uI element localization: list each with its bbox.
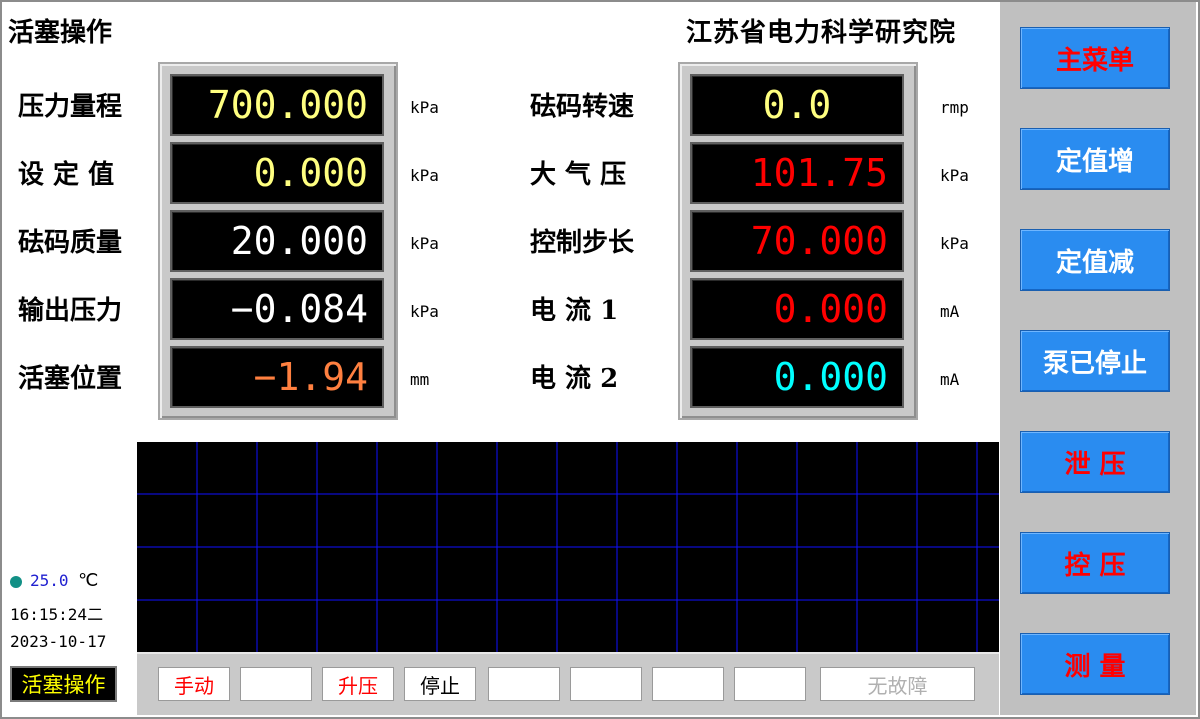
status-segment-8: 无故障 [820, 667, 975, 701]
measure-button[interactable]: 测 量 [1020, 633, 1170, 695]
right-unit-2: kPa [940, 234, 969, 253]
right-label-0: 砝码转速 [530, 92, 635, 122]
left-unit-4: mm [410, 370, 430, 389]
time-readout: 16:15:24二 [10, 605, 104, 624]
pressure-graph [137, 442, 999, 652]
left-label-3: 输出压力 [18, 296, 123, 326]
setpoint-increase-button[interactable]: 定值增 [1020, 128, 1170, 190]
status-segment-0: 手动 [158, 667, 230, 701]
left-label-0: 压力量程 [18, 92, 123, 122]
setpoint-decrease-button[interactable]: 定值减 [1020, 229, 1170, 291]
status-indicator-icon [10, 575, 22, 588]
temperature-unit: ℃ [78, 570, 99, 591]
right-value-display-3: 0.000 [690, 278, 904, 340]
status-segment-7 [734, 667, 806, 701]
right-label-1: 大 气 压 [530, 160, 627, 190]
status-segment-3: 停止 [404, 667, 476, 701]
left-unit-2: kPa [410, 234, 439, 253]
status-segment-1 [240, 667, 312, 701]
right-label-4: 电 流 2 [530, 364, 619, 394]
left-unit-0: kPa [410, 98, 439, 117]
mode-indicator[interactable]: 活塞操作 [10, 666, 117, 702]
left-unit-1: kPa [410, 166, 439, 185]
status-segment-4 [488, 667, 560, 701]
left-value-display-0: 700.000 [170, 74, 384, 136]
left-label-2: 砝码质量 [18, 228, 123, 258]
release-pressure-button[interactable]: 泄 压 [1020, 431, 1170, 493]
left-label-1: 设 定 值 [18, 160, 115, 190]
temperature-readout: 25.0 ℃ [10, 570, 98, 591]
date-readout: 2023-10-17 [10, 632, 107, 651]
right-unit-4: mA [940, 370, 960, 389]
right-value-display-4: 0.000 [690, 346, 904, 408]
graph-grid [137, 442, 999, 652]
left-label-4: 活塞位置 [18, 364, 123, 394]
left-value-display-1: 0.000 [170, 142, 384, 204]
pump-stopped-button[interactable]: 泵已停止 [1020, 330, 1170, 392]
temperature-value: 25.0 [30, 571, 69, 590]
right-value-display-2: 70.000 [690, 210, 904, 272]
right-unit-3: mA [940, 302, 960, 321]
right-value-display-0: 0.0 [690, 74, 904, 136]
control-pressure-button[interactable]: 控 压 [1020, 532, 1170, 594]
left-value-display-3: −0.084 [170, 278, 384, 340]
left-value-display-4: −1.94 [170, 346, 384, 408]
institute-name: 江苏省电力科学研究院 [686, 18, 957, 48]
left-value-display-2: 20.000 [170, 210, 384, 272]
left-unit-3: kPa [410, 302, 439, 321]
status-segment-2: 升压 [322, 667, 394, 701]
page-title: 活塞操作 [8, 18, 113, 48]
right-label-2: 控制步长 [530, 228, 635, 258]
right-label-3: 电 流 1 [530, 296, 619, 326]
status-segment-5 [570, 667, 642, 701]
right-unit-1: kPa [940, 166, 969, 185]
right-value-display-1: 101.75 [690, 142, 904, 204]
main-menu-button[interactable]: 主菜单 [1020, 27, 1170, 89]
status-segment-6 [652, 667, 724, 701]
right-unit-0: rmp [940, 98, 969, 117]
